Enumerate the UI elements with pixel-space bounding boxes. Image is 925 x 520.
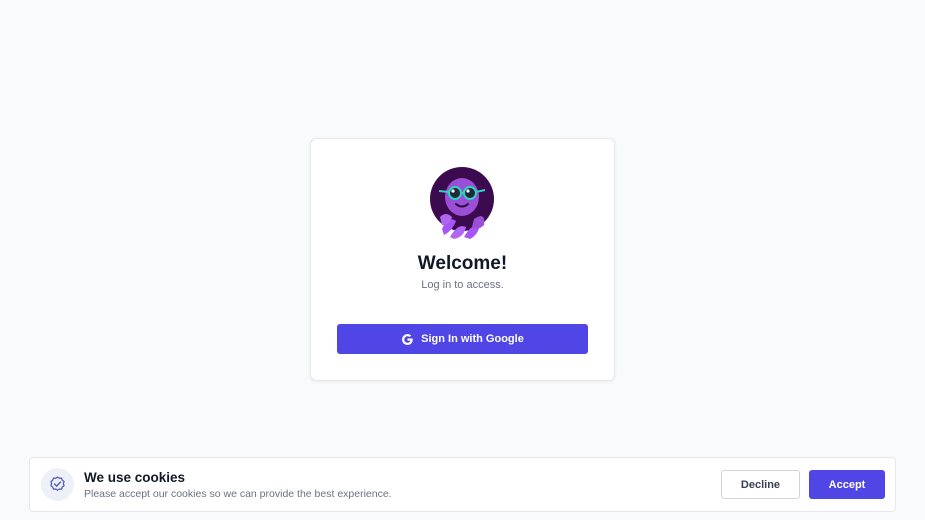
sign-in-with-google-button[interactable]: Sign In with Google [337,324,588,354]
page-title: Welcome! [417,253,508,274]
cookie-banner: We use cookies Please accept our cookies… [29,457,896,512]
sign-in-with-google-label: Sign In with Google [421,333,524,345]
decline-button[interactable]: Decline [721,470,800,499]
page-subtitle: Log in to access. [421,279,504,291]
accept-button[interactable]: Accept [809,470,885,499]
check-badge-icon [41,468,74,501]
cookie-banner-title: We use cookies [84,470,186,485]
login-card: Welcome! Log in to access. Sign In with … [310,138,615,381]
google-g-icon [401,333,414,346]
octopus-with-glasses-icon [430,167,496,241]
cookie-banner-text: Please accept our cookies so we can prov… [84,488,392,500]
